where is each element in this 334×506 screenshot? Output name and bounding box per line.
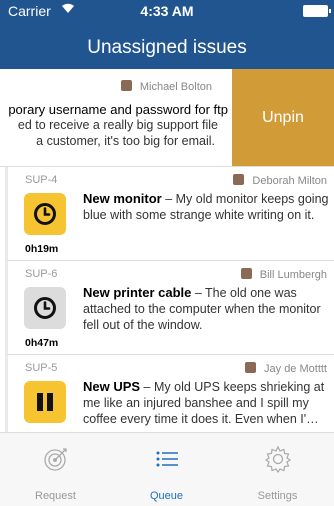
- clock-icon: [34, 203, 56, 225]
- issue-list[interactable]: Michael Bolton porary username and passw…: [0, 69, 334, 432]
- assignee-name: Jay de Motttt: [245, 362, 327, 375]
- elapsed-time: 0h19m: [25, 243, 59, 255]
- issue-summary: New printer cable – The old one was atta…: [83, 285, 331, 333]
- page-title: Unassigned issues: [87, 37, 247, 58]
- battery-icon: [303, 5, 331, 17]
- tab-request[interactable]: Request: [0, 433, 111, 506]
- issue-description-line: a customer, it's too big for email.: [36, 134, 215, 148]
- issue-row[interactable]: SUP-5 Jay de Motttt 0h25m New UPS – My o…: [5, 355, 334, 432]
- avatar: [120, 80, 132, 91]
- assignee-name: Deborah Milton: [233, 174, 327, 187]
- list-icon: [156, 451, 178, 467]
- nav-header: Carrier 4:33 AM Unassigned issues: [0, 0, 334, 69]
- swiped-row-content[interactable]: Michael Bolton porary username and passw…: [0, 69, 232, 166]
- avatar: [233, 174, 245, 185]
- tab-label: Queue: [149, 490, 184, 502]
- issue-title: New monitor: [83, 191, 162, 206]
- issue-id: SUP-6: [25, 268, 58, 280]
- assignee-name: Michael Bolton: [120, 80, 212, 93]
- tab-label: Settings: [257, 490, 298, 502]
- target-icon: [44, 448, 67, 471]
- issue-row-swiped[interactable]: Michael Bolton porary username and passw…: [0, 69, 334, 167]
- issue-summary: New UPS – My old UPS keeps shrieking at …: [83, 379, 331, 427]
- issue-row[interactable]: SUP-6 Bill Lumbergh 0h47m New printer ca…: [5, 261, 334, 355]
- clock-time: 4:33 AM: [140, 3, 194, 19]
- pause-icon: [37, 393, 53, 411]
- clock-icon: [34, 297, 56, 319]
- issue-title: New UPS: [83, 379, 141, 394]
- issue-summary: New monitor – My old monitor keeps going…: [83, 191, 331, 223]
- avatar: [240, 268, 252, 279]
- assignee-name: Bill Lumbergh: [240, 268, 327, 281]
- issue-title: porary username and password for ftp: [8, 102, 228, 117]
- issue-id: SUP-5: [25, 362, 58, 374]
- status-badge: [24, 287, 66, 329]
- issue-title: New printer cable: [83, 285, 192, 300]
- status-bar: Carrier 4:33 AM: [0, 0, 334, 20]
- issue-description-line: ed to receive a really big support file: [17, 118, 218, 132]
- tab-bar: Request Queue Settings: [0, 432, 334, 506]
- tab-label: Request: [35, 490, 76, 502]
- elapsed-time: 0h47m: [25, 337, 59, 349]
- gear-icon: [264, 445, 292, 473]
- status-badge: [24, 381, 66, 423]
- unpin-button[interactable]: Unpin: [232, 69, 334, 166]
- issue-id: SUP-4: [25, 174, 58, 186]
- status-badge: [24, 193, 66, 235]
- avatar: [245, 362, 257, 373]
- issue-row[interactable]: SUP-4 Deborah Milton 0h19m New monitor –…: [5, 167, 334, 261]
- tab-queue[interactable]: Queue: [111, 433, 222, 506]
- tab-settings[interactable]: Settings: [222, 433, 333, 506]
